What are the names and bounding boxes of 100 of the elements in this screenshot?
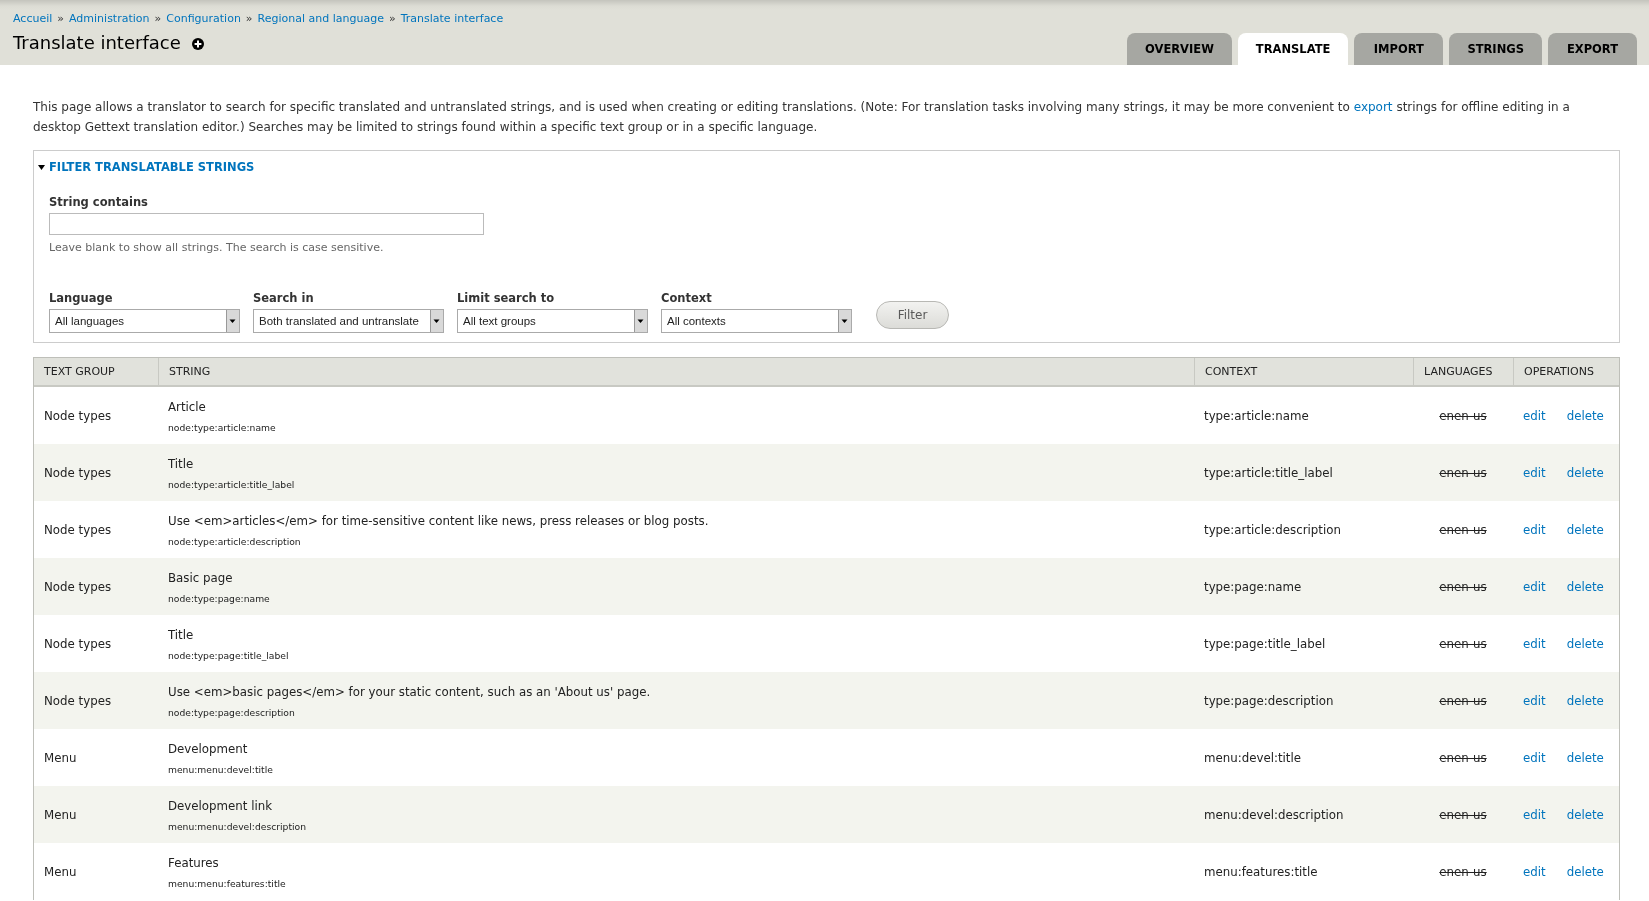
operation-link[interactable]: edit [1523,579,1546,594]
column-header: STRING [158,358,1194,385]
breadcrumb-link[interactable]: Regional and language [257,12,384,25]
context-cell-text: menu:devel:description [1203,806,1345,824]
language-code: en-us [1454,807,1487,822]
dropdown-select[interactable]: All languages [49,309,240,333]
string-key: menu:menu:devel:title [168,762,1184,776]
plus-circle-icon[interactable] [191,38,204,50]
language-code: en-us [1454,579,1487,594]
language-code: en [1439,579,1455,594]
string-key: node:type:article:title_label [168,477,1184,491]
language-code: en [1439,408,1455,423]
language-code: en [1439,522,1455,537]
operation-link[interactable]: edit [1523,807,1546,822]
string-key: node:type:article:description [168,534,1184,548]
source-string: Development link [168,797,274,815]
breadcrumb-link[interactable]: Accueil [13,12,53,25]
language-code: en-us [1454,864,1487,879]
text-group-cell-text: Node types [43,578,113,596]
string-key: node:type:page:name [168,591,1184,605]
context-cell-text: type:article:title_label [1203,464,1334,482]
dropdown-select[interactable]: All text groups [457,309,648,333]
description-text: This page allows a translator to search for specific translated and untranslated strings, and is used when creating or editing translations. (Note: For translation tasks involving many strings, it may be more convenient to export strings for offline editing in a desktop Gettext translation editor.) Searches may be limited to strings found within a specific text group or in a specific language. [33,99,1571,136]
context-cell-text: type:article:name [1203,407,1310,425]
string-key: node:type:page:description [168,705,1184,719]
field-label: Context [661,290,713,306]
source-string: Use <em>articles</em> for time-sensitive content like news, press releases or blog posts. [168,512,710,530]
dropdown-select[interactable]: All contexts [661,309,852,333]
column-header: LANGUAGES [1413,358,1513,385]
source-string: Development [168,740,249,758]
breadcrumb-link[interactable]: Administration [69,12,150,25]
text-group-cell-text: Node types [43,692,113,710]
language-code: en [1439,807,1455,822]
language-code: en-us [1454,636,1487,651]
string-key: node:type:article:name [168,420,1184,434]
string-key: node:type:page:title_label [168,648,1184,662]
text-group-cell-text: Menu [43,806,78,824]
operation-link[interactable]: delete [1566,750,1604,765]
export-link[interactable]: export [1353,100,1393,114]
breadcrumb-link[interactable]: Configuration [166,12,241,25]
breadcrumb-separator: » [57,12,64,25]
source-string: Basic page [168,569,234,587]
string-key: menu:menu:features:title [168,876,1184,890]
tab[interactable]: OVERVIEW [1127,33,1232,65]
breadcrumb-link[interactable]: Translate interface [400,12,504,25]
column-header: CONTEXT [1194,358,1413,385]
caret-icon [226,310,239,332]
string-contains-field[interactable] [49,213,484,235]
field-hint: Leave blank to show all strings. The search is case sensitive. [49,240,385,256]
breadcrumb-separator: » [388,12,396,25]
operation-link[interactable]: delete [1566,693,1604,708]
tab[interactable]: STRINGS [1449,33,1542,65]
breadcrumb-separator: » [245,12,253,25]
operation-link[interactable]: delete [1566,408,1604,423]
operation-link[interactable]: edit [1523,750,1546,765]
context-cell-text: type:page:name [1203,578,1303,596]
page-title: Translate interface [13,31,181,55]
filter-toggle[interactable]: FILTER TRANSLATABLE STRINGS [38,158,255,176]
operation-link[interactable]: edit [1523,636,1546,651]
operation-link[interactable]: delete [1566,465,1604,480]
tab[interactable]: EXPORT [1548,33,1637,65]
caret-icon [634,310,647,332]
operation-link[interactable]: edit [1523,693,1546,708]
operation-link[interactable]: delete [1566,864,1604,879]
source-string: Title [168,626,195,644]
operation-link[interactable]: edit [1523,522,1546,537]
tab[interactable]: IMPORT [1354,33,1444,65]
source-string: Title [168,455,195,473]
field-label: Language [49,290,114,306]
field-label: Search in [253,290,315,306]
context-cell-text: type:article:description [1203,521,1342,539]
text-group-cell-text: Menu [43,863,78,881]
column-header: OPERATIONS [1513,358,1619,385]
text-group-cell-text: Node types [43,464,113,482]
operation-link[interactable]: delete [1566,636,1604,651]
column-header: TEXT GROUP [43,364,116,380]
operation-link[interactable]: edit [1523,864,1546,879]
breadcrumb-separator: » [154,12,162,25]
tab[interactable]: TRANSLATE [1237,33,1349,65]
caret-icon [430,310,443,332]
operation-link[interactable]: delete [1566,579,1604,594]
language-code: en-us [1454,465,1487,480]
caret-icon [838,310,851,332]
operation-link[interactable]: delete [1566,522,1604,537]
source-string: Article [168,398,207,416]
field-label: Limit search to [457,290,556,306]
text-group-cell-text: Node types [43,407,113,425]
text-group-cell-text: Node types [43,521,113,539]
context-cell-text: type:page:description [1203,692,1335,710]
language-code: en-us [1454,693,1487,708]
operation-link[interactable]: delete [1566,807,1604,822]
language-code: en [1439,864,1455,879]
context-cell-text: menu:devel:title [1203,749,1302,767]
language-code: en [1439,750,1455,765]
language-code: en-us [1454,750,1487,765]
operation-link[interactable]: edit [1523,408,1546,423]
operation-link[interactable]: edit [1523,465,1546,480]
dropdown-select[interactable]: Both translated and untranslate [253,309,444,333]
filter-button[interactable]: Filter [876,301,949,329]
language-code: en [1439,636,1455,651]
